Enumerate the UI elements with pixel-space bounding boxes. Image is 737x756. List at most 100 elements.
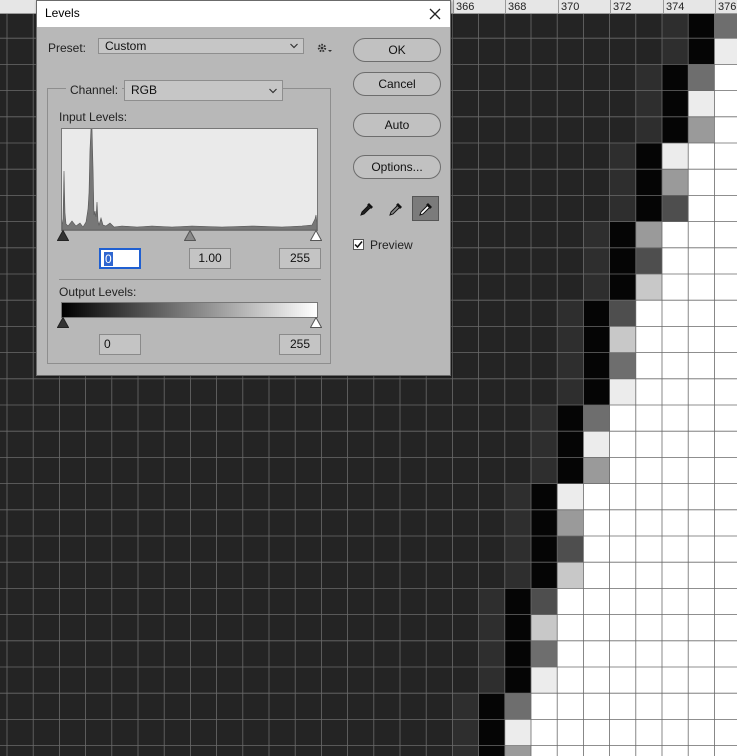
output-white-field[interactable]: 255 bbox=[279, 334, 321, 355]
pixel-cell bbox=[400, 536, 427, 563]
pixel-cell bbox=[557, 274, 584, 301]
pixel-cell bbox=[478, 431, 505, 458]
pixel-cell bbox=[609, 667, 636, 694]
pixel-cell bbox=[504, 457, 531, 484]
pixel-cell bbox=[504, 509, 531, 536]
pixel-cell bbox=[662, 12, 689, 39]
pixel-cell bbox=[583, 719, 610, 746]
pixel-cell bbox=[426, 509, 453, 536]
pixel-cell bbox=[295, 536, 322, 563]
pixel-cell bbox=[531, 378, 558, 405]
pixel-cell bbox=[452, 326, 479, 353]
pixel-cell bbox=[504, 247, 531, 274]
output-black-field[interactable]: 0 bbox=[99, 334, 141, 355]
pixel-cell bbox=[635, 90, 662, 117]
pixel-cell bbox=[452, 38, 479, 65]
pixel-cell bbox=[531, 169, 558, 196]
pixel-cell bbox=[0, 143, 7, 170]
pixel-cell bbox=[583, 221, 610, 248]
ok-button[interactable]: OK bbox=[353, 38, 441, 62]
pixel-cell bbox=[400, 614, 427, 641]
pixel-cell bbox=[7, 143, 34, 170]
pixel-cell bbox=[452, 719, 479, 746]
input-gamma-field[interactable]: 1.00 bbox=[189, 248, 231, 269]
pixel-cell bbox=[7, 300, 34, 327]
pixel-cell bbox=[373, 536, 400, 563]
input-gamma-slider[interactable] bbox=[184, 230, 196, 241]
pixel-cell bbox=[295, 719, 322, 746]
pixel-cell bbox=[662, 300, 689, 327]
preset-label: Preset: bbox=[48, 41, 87, 55]
ruler-tick bbox=[453, 0, 454, 14]
pixel-cell bbox=[609, 405, 636, 432]
pixel-cell bbox=[583, 640, 610, 667]
black-point-picker[interactable] bbox=[353, 196, 380, 221]
pixel-cell bbox=[190, 693, 217, 720]
pixel-cell bbox=[216, 667, 243, 694]
options-button[interactable]: Options... bbox=[353, 155, 441, 179]
preview-checkbox[interactable] bbox=[353, 239, 364, 250]
pixel-cell bbox=[662, 143, 689, 170]
pixel-cell bbox=[531, 38, 558, 65]
pixel-cell bbox=[688, 719, 715, 746]
pixel-cell bbox=[426, 483, 453, 510]
pixel-cell bbox=[373, 614, 400, 641]
pixel-cell bbox=[321, 693, 348, 720]
pixel-cell bbox=[662, 247, 689, 274]
output-levels-label: Output Levels: bbox=[59, 285, 137, 299]
pixel-cell bbox=[373, 693, 400, 720]
pixel-cell bbox=[452, 116, 479, 143]
levels-dialog: Levels Preset: Custom Channel: RGB Input… bbox=[36, 0, 451, 376]
pixel-cell bbox=[583, 64, 610, 91]
pixel-cell bbox=[164, 457, 191, 484]
ruler-tick bbox=[558, 0, 559, 14]
pixel-cell bbox=[295, 640, 322, 667]
pixel-cell bbox=[347, 405, 374, 432]
auto-button[interactable]: Auto bbox=[353, 113, 441, 137]
pixel-cell bbox=[269, 719, 296, 746]
pixel-cell bbox=[662, 536, 689, 563]
close-button[interactable] bbox=[420, 1, 450, 27]
pixel-cell bbox=[583, 667, 610, 694]
pixel-cell bbox=[400, 405, 427, 432]
pixel-cell bbox=[662, 116, 689, 143]
gray-point-picker[interactable] bbox=[382, 196, 409, 221]
preset-options-button[interactable] bbox=[316, 41, 334, 55]
white-point-picker[interactable] bbox=[412, 196, 439, 221]
pixel-cell bbox=[85, 378, 112, 405]
pixel-cell bbox=[714, 221, 737, 248]
pixel-cell bbox=[688, 667, 715, 694]
cancel-button[interactable]: Cancel bbox=[353, 72, 441, 96]
preset-dropdown[interactable]: Custom bbox=[98, 38, 304, 54]
pixel-cell bbox=[688, 326, 715, 353]
input-black-slider[interactable] bbox=[57, 230, 69, 241]
pixel-cell bbox=[321, 667, 348, 694]
pixel-cell bbox=[504, 90, 531, 117]
pixel-cell bbox=[662, 90, 689, 117]
pixel-cell bbox=[714, 640, 737, 667]
input-white-field[interactable]: 255 bbox=[279, 248, 321, 269]
pixel-cell bbox=[0, 274, 7, 301]
pixel-cell bbox=[33, 378, 60, 405]
input-white-slider[interactable] bbox=[310, 230, 322, 241]
pixel-cell bbox=[478, 195, 505, 222]
pixel-cell bbox=[531, 483, 558, 510]
output-black-slider[interactable] bbox=[57, 317, 69, 328]
pixel-cell bbox=[662, 640, 689, 667]
pixel-cell bbox=[164, 483, 191, 510]
title-bar[interactable]: Levels bbox=[37, 1, 450, 27]
pixel-cell bbox=[557, 745, 584, 756]
pixel-cell bbox=[269, 588, 296, 615]
pixel-cell bbox=[688, 509, 715, 536]
pixel-cell bbox=[138, 431, 165, 458]
input-black-field[interactable]: 0 bbox=[99, 248, 141, 269]
pixel-cell bbox=[504, 588, 531, 615]
pixel-cell bbox=[583, 169, 610, 196]
channel-dropdown[interactable]: RGB bbox=[124, 80, 283, 101]
pixel-cell bbox=[688, 378, 715, 405]
pixel-cell bbox=[478, 90, 505, 117]
output-white-slider[interactable] bbox=[310, 317, 322, 328]
ruler-label: 372 bbox=[613, 1, 632, 13]
pixel-cell bbox=[688, 116, 715, 143]
pixel-cell bbox=[452, 247, 479, 274]
